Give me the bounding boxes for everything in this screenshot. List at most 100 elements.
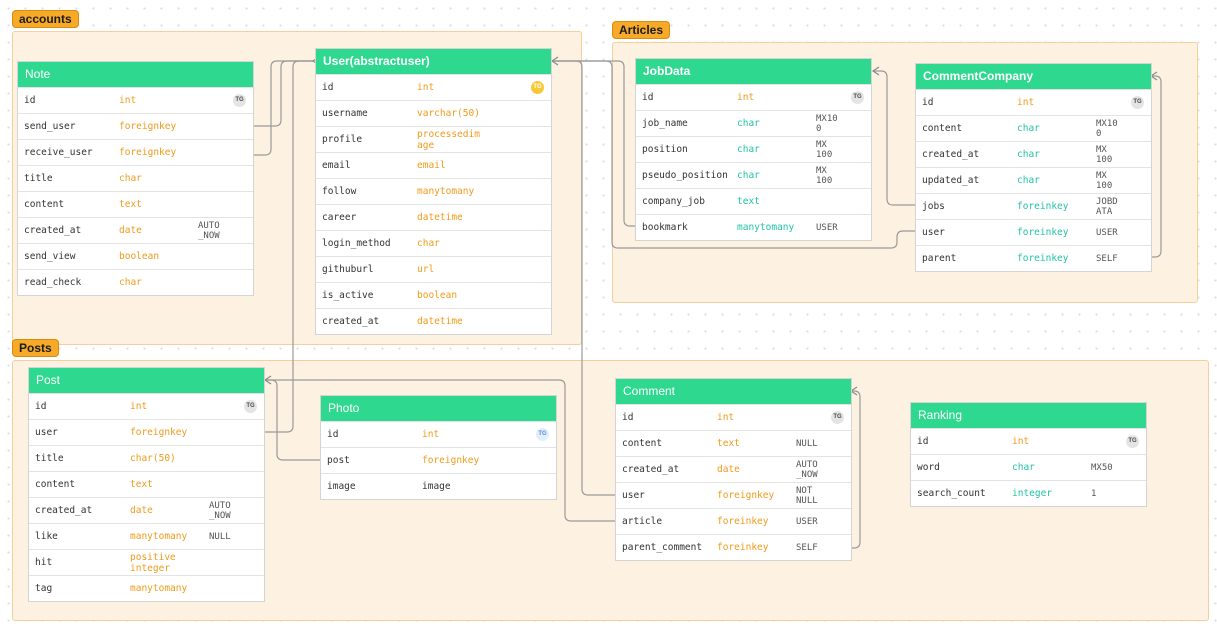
user-table-title: User(abstractuser) — [316, 49, 551, 74]
jobdata-field-row[interactable]: company_job text — [636, 188, 871, 214]
field-type: date — [130, 505, 153, 516]
note-field-row[interactable]: send_user foreignkey — [18, 113, 253, 139]
field-option: USER — [1096, 227, 1118, 238]
comment-field-row[interactable]: user foreignkey NOT NULL — [616, 482, 851, 508]
commentcompany-field-row[interactable]: created_at char MX 100 — [916, 141, 1151, 167]
commentcompany-field-row[interactable]: updated_at char MX 100 — [916, 167, 1151, 193]
ranking-field-row[interactable]: search_count integer 1 — [911, 480, 1146, 506]
commentcompany-field-row[interactable]: id int TG — [916, 89, 1151, 115]
field-name: title — [24, 173, 53, 184]
photo-field-row[interactable]: id int TG — [321, 421, 556, 447]
jobdata-field-row[interactable]: id int TG — [636, 84, 871, 110]
table-commentcompany[interactable]: CommentCompany id int TG content char MX10 0 cr… — [915, 63, 1152, 272]
post-field-row[interactable]: id int TG — [29, 393, 264, 419]
table-jobdata[interactable]: JobData id int TG job_name char MX10 0 position… — [635, 58, 872, 241]
field-type: foreinkey — [1017, 253, 1069, 264]
field-name: id — [24, 95, 36, 106]
user-field-row[interactable]: is_active boolean — [316, 282, 551, 308]
field-name: user — [622, 490, 645, 501]
field-type: foreignkey — [717, 490, 775, 501]
tag-badge-icon: TG — [851, 91, 864, 104]
note-field-row[interactable]: content text — [18, 191, 253, 217]
field-name: article — [622, 516, 663, 527]
tag-badge-icon: TG — [1126, 435, 1139, 448]
field-name: bookmark — [642, 222, 688, 233]
field-option: MX50 — [1091, 462, 1113, 473]
jobdata-field-row[interactable]: position char MX 100 — [636, 136, 871, 162]
user-field-row[interactable]: profile processedim age — [316, 126, 551, 152]
post-field-row[interactable]: hit positive integer — [29, 549, 264, 575]
comment-table-title: Comment — [616, 379, 851, 404]
post-field-row[interactable]: created_at date AUTO _NOW — [29, 497, 264, 523]
field-name: search_count — [917, 488, 986, 499]
post-field-row[interactable]: content text — [29, 471, 264, 497]
commentcompany-field-row[interactable]: parent foreinkey SELF — [916, 245, 1151, 271]
field-type: int — [1017, 97, 1035, 108]
commentcompany-field-row[interactable]: jobs foreinkey JOBD ATA — [916, 193, 1151, 219]
comment-field-row[interactable]: content text NULL — [616, 430, 851, 456]
user-field-row[interactable]: username varchar(50) — [316, 100, 551, 126]
jobdata-field-row[interactable]: bookmark manytomany USER — [636, 214, 871, 240]
table-ranking[interactable]: Ranking id int TG word char MX50 search_count in… — [910, 402, 1147, 507]
comment-field-row[interactable]: created_at date AUTO _NOW — [616, 456, 851, 482]
connector-commentcompany-parent — [1151, 75, 1162, 258]
jobdata-field-row[interactable]: pseudo_position char MX 100 — [636, 162, 871, 188]
field-type: varchar(50) — [417, 108, 480, 119]
field-name: created_at — [622, 464, 680, 475]
field-type: positive integer — [130, 551, 176, 574]
field-type: char — [1017, 149, 1040, 160]
post-field-row[interactable]: like manytomany NULL — [29, 523, 264, 549]
note-field-row[interactable]: id int TG — [18, 87, 253, 113]
table-note[interactable]: Note id int TG send_user foreignkey receive_us… — [17, 61, 254, 296]
field-type: datetime — [417, 316, 463, 327]
field-type: date — [717, 464, 740, 475]
user-field-row[interactable]: login_method char — [316, 230, 551, 256]
ranking-field-row[interactable]: id int TG — [911, 428, 1146, 454]
note-field-row[interactable]: receive_user foreignkey — [18, 139, 253, 165]
ranking-field-row[interactable]: word char MX50 — [911, 454, 1146, 480]
field-name: pseudo_position — [642, 170, 728, 181]
note-field-row[interactable]: title char — [18, 165, 253, 191]
photo-field-row[interactable]: post foreignkey — [321, 447, 556, 473]
tag-badge-icon: TG — [1131, 96, 1144, 109]
field-type: url — [417, 264, 435, 275]
post-field-row[interactable]: tag manytomany — [29, 575, 264, 601]
comment-field-row[interactable]: article foreinkey USER — [616, 508, 851, 534]
user-field-row[interactable]: follow manytomany — [316, 178, 551, 204]
table-photo[interactable]: Photo id int TG post foreignkey image image — [320, 395, 557, 500]
connector-jobdata-bookmark — [552, 60, 636, 227]
note-field-row[interactable]: created_at date AUTO _NOW — [18, 217, 253, 243]
field-type: foreinkey — [1017, 227, 1069, 238]
commentcompany-field-row[interactable]: user foreinkey USER — [916, 219, 1151, 245]
user-field-row[interactable]: githuburl url — [316, 256, 551, 282]
field-name: created_at — [24, 225, 82, 236]
note-field-row[interactable]: read_check char — [18, 269, 253, 295]
note-field-row[interactable]: send_view boolean — [18, 243, 253, 269]
user-field-row[interactable]: created_at datetime — [316, 308, 551, 334]
field-name: id — [922, 97, 934, 108]
tag-badge-icon: TG — [531, 81, 544, 94]
user-field-row[interactable]: email email — [316, 152, 551, 178]
comment-field-row[interactable]: id int TG — [616, 404, 851, 430]
connector-commentcompany-jobs — [873, 70, 915, 206]
field-type: boolean — [417, 290, 458, 301]
table-comment[interactable]: Comment id int TG content text NULL created_at d… — [615, 378, 852, 561]
commentcompany-field-row[interactable]: content char MX10 0 — [916, 115, 1151, 141]
field-type: datetime — [417, 212, 463, 223]
user-field-row[interactable]: career datetime — [316, 204, 551, 230]
table-post[interactable]: Post id int TG user foreignkey title char(50) co… — [28, 367, 265, 602]
comment-field-row[interactable]: parent_comment foreinkey SELF — [616, 534, 851, 560]
photo-field-row[interactable]: image image — [321, 473, 556, 499]
field-option: NULL — [209, 531, 231, 542]
field-name: is_active — [322, 290, 374, 301]
table-user[interactable]: User(abstractuser) id int TG username varchar… — [315, 48, 552, 335]
user-field-row[interactable]: id int TG — [316, 74, 551, 100]
field-type: char — [737, 144, 760, 155]
ranking-table-title: Ranking — [911, 403, 1146, 428]
post-field-row[interactable]: user foreignkey — [29, 419, 264, 445]
jobdata-field-row[interactable]: job_name char MX10 0 — [636, 110, 871, 136]
field-option: AUTO _NOW — [198, 220, 220, 241]
field-type: int — [1012, 436, 1030, 447]
field-type: email — [417, 160, 446, 171]
post-field-row[interactable]: title char(50) — [29, 445, 264, 471]
